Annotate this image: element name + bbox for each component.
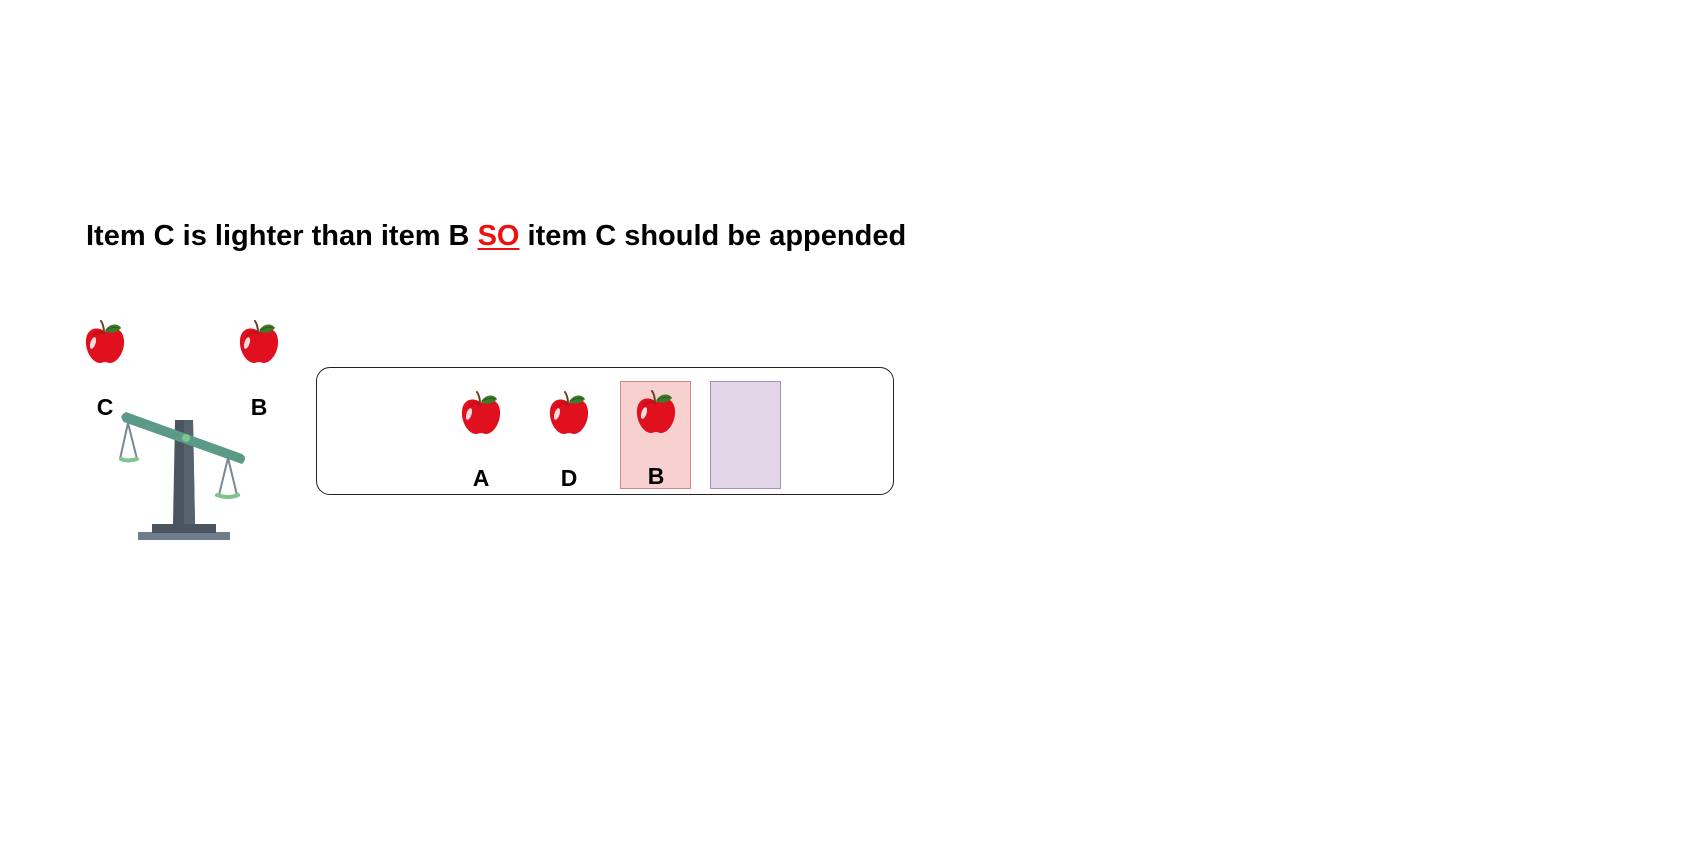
statement-headline: Item C is lighter than item B SO item C … [86,216,906,256]
list-item-label: A [472,465,490,491]
apple-icon [547,389,591,435]
statement-part-2: item C should be appended [519,220,907,252]
apple-icon [237,318,281,364]
apple-icon [459,389,503,435]
apple-icon [83,318,127,364]
so-connector: SO [477,220,520,252]
list-item-label: B [647,463,665,489]
list-container [316,367,894,495]
apple-icon [634,388,678,434]
statement-part-1: Item C is lighter than item B [86,220,478,252]
balance-scale-icon [116,408,256,546]
empty-slot [710,381,781,489]
list-item-label: D [560,465,578,491]
